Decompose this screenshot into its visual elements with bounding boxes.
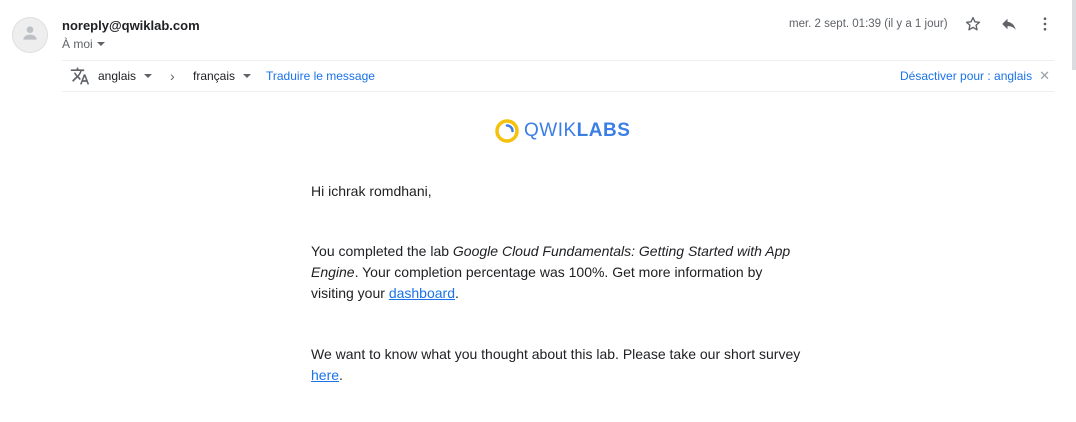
translate-bar: anglais › français Traduire le message D… (62, 60, 1054, 92)
chevron-down-icon (144, 74, 153, 78)
target-language-label: français (193, 69, 236, 83)
source-language-label: anglais (98, 69, 137, 83)
reply-icon (1000, 15, 1018, 38)
recipient-toggle[interactable]: À moi (62, 37, 105, 51)
survey-link[interactable]: here (311, 367, 339, 383)
completion-paragraph: You completed the lab Google Cloud Funda… (311, 243, 791, 301)
logo-text-bold: LABS (576, 120, 631, 141)
avatar[interactable] (12, 17, 48, 53)
more-options-button[interactable] (1034, 15, 1056, 37)
translate-icon (70, 61, 90, 91)
star-button[interactable] (962, 15, 984, 37)
chevron-down-icon (96, 42, 105, 46)
more-vert-icon (1036, 15, 1054, 38)
logo-text-light: QWIK (524, 120, 577, 141)
qwiklabs-logo: QWIKLABS (494, 118, 630, 144)
dashboard-link[interactable]: dashboard (389, 285, 455, 301)
star-icon (964, 15, 982, 38)
reply-button[interactable] (998, 15, 1020, 37)
person-icon (20, 23, 40, 48)
translate-message-link[interactable]: Traduire le message (266, 69, 375, 83)
scrollbar[interactable] (1072, 0, 1076, 70)
close-icon[interactable]: ✕ (1039, 68, 1050, 84)
survey-paragraph: We want to know what you thought about t… (311, 346, 801, 383)
chevron-down-icon (243, 74, 252, 78)
greeting: Hi ichrak romdhani, (311, 183, 432, 199)
target-language-select[interactable]: français (193, 61, 252, 91)
chevron-right-icon: › (170, 68, 175, 84)
disable-translation-link[interactable]: Désactiver pour : anglais (900, 69, 1032, 83)
sender-email[interactable]: noreply@qwiklab.com (62, 18, 200, 33)
source-language-select[interactable]: anglais (98, 61, 153, 91)
qwiklabs-logo-icon (495, 119, 519, 143)
recipient-label: À moi (62, 37, 93, 51)
email-date: mer. 2 sept. 01:39 (il y a 1 jour) (789, 18, 948, 30)
